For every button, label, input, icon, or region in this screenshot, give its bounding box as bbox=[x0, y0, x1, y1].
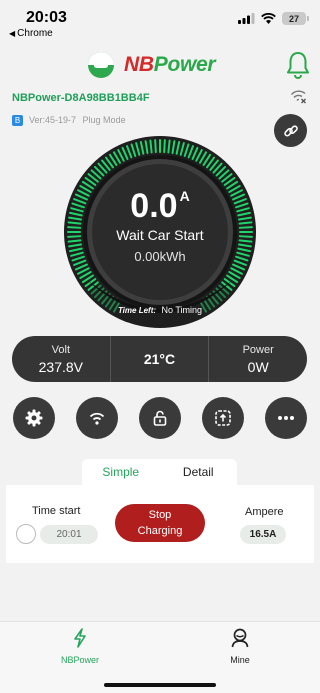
brand-wordmark: NBPower bbox=[124, 53, 216, 77]
back-triangle-icon: ◀ bbox=[9, 29, 16, 38]
plug-mode-text: Plug Mode bbox=[82, 115, 126, 125]
ampere-value[interactable]: 16.5A bbox=[240, 525, 286, 544]
current-unit: A bbox=[179, 188, 190, 204]
charging-state: Wait Car Start bbox=[116, 227, 204, 243]
upload-button[interactable] bbox=[202, 397, 244, 439]
nav-home-label: NBPower bbox=[60, 655, 99, 665]
time-start-radio[interactable] bbox=[16, 524, 36, 544]
gauge-readout: 0.0 A Wait Car Start 0.00kWh Time Left: N… bbox=[63, 135, 257, 329]
time-left-label: Time Left: bbox=[117, 306, 157, 315]
volt-stat: Volt 237.8V bbox=[12, 336, 110, 382]
stop-label-line1: Stop bbox=[148, 509, 172, 521]
back-app-label: Chrome bbox=[17, 28, 53, 39]
settings-icon bbox=[25, 409, 43, 427]
nav-mine-label: Mine bbox=[230, 655, 250, 665]
view-tabs: Simple Detail bbox=[82, 459, 237, 485]
time-start-label: Time start bbox=[32, 505, 81, 517]
lock-open-icon bbox=[153, 410, 167, 426]
stop-label-line2: Charging bbox=[137, 525, 183, 537]
temperature-value: 21°C bbox=[143, 351, 176, 367]
status-bar: 20:03 ◀ Chrome 27 bbox=[0, 0, 320, 44]
nav-mine[interactable]: Mine bbox=[200, 628, 280, 665]
wifi-icon bbox=[89, 412, 105, 425]
link-button[interactable] bbox=[274, 114, 307, 147]
wifi-status-icon bbox=[261, 13, 276, 24]
power-value: 0W bbox=[247, 358, 269, 375]
time-start-value[interactable]: 20:01 bbox=[40, 525, 98, 544]
simple-panel: Time start 20:01 Stop Charging Ampere 16… bbox=[6, 485, 314, 563]
battery-indicator: 27 bbox=[282, 12, 309, 25]
brand-nb: NB bbox=[124, 53, 154, 76]
lock-button[interactable] bbox=[139, 397, 181, 439]
tab-detail[interactable]: Detail bbox=[160, 459, 238, 485]
system-icons: 27 bbox=[238, 12, 309, 25]
ampere-label: Ampere bbox=[245, 506, 284, 518]
time-left: Time Left: No Timing bbox=[63, 305, 257, 315]
temperature-stat: 21°C bbox=[109, 336, 210, 382]
settings-button[interactable] bbox=[13, 397, 55, 439]
power-stat: Power 0W bbox=[209, 336, 307, 382]
cellular-signal-icon bbox=[238, 13, 255, 24]
energy-value: 0.00kWh bbox=[134, 249, 186, 264]
back-to-app-link[interactable]: ◀ Chrome bbox=[9, 28, 53, 39]
device-name: NBPower-D8A98BB1BB4F bbox=[12, 92, 150, 104]
power-label: Power bbox=[242, 343, 274, 356]
volt-label: Volt bbox=[51, 343, 71, 356]
current-value: 0.0 bbox=[130, 187, 178, 225]
user-icon bbox=[231, 628, 249, 648]
wifi-button[interactable] bbox=[76, 397, 118, 439]
firmware-version: Ver:45-19-7 Plug Mode bbox=[29, 115, 126, 125]
current-amps: 0.0 A bbox=[63, 187, 257, 226]
battery-level: 27 bbox=[288, 13, 299, 24]
stop-charging-button[interactable]: Stop Charging bbox=[115, 504, 205, 542]
lightning-icon bbox=[74, 628, 86, 648]
more-icon bbox=[278, 416, 294, 420]
clock: 20:03 bbox=[26, 9, 67, 26]
more-button[interactable] bbox=[265, 397, 307, 439]
bell-icon[interactable] bbox=[286, 51, 310, 79]
brand-logo bbox=[88, 52, 114, 78]
tab-simple[interactable]: Simple bbox=[82, 459, 160, 485]
stats-bar: Volt 237.8V 21°C Power 0W bbox=[12, 336, 307, 382]
volt-value: 237.8V bbox=[38, 358, 84, 375]
home-indicator bbox=[104, 683, 216, 687]
link-icon bbox=[283, 124, 298, 137]
wifi-disconnected-icon bbox=[291, 90, 306, 104]
brand-power: Power bbox=[153, 53, 216, 76]
upload-icon bbox=[215, 410, 231, 426]
nav-home[interactable]: NBPower bbox=[40, 628, 120, 665]
version-text: Ver:45-19-7 bbox=[29, 115, 77, 125]
bluetooth-icon: B bbox=[12, 115, 23, 126]
time-left-value: No Timing bbox=[161, 305, 203, 315]
